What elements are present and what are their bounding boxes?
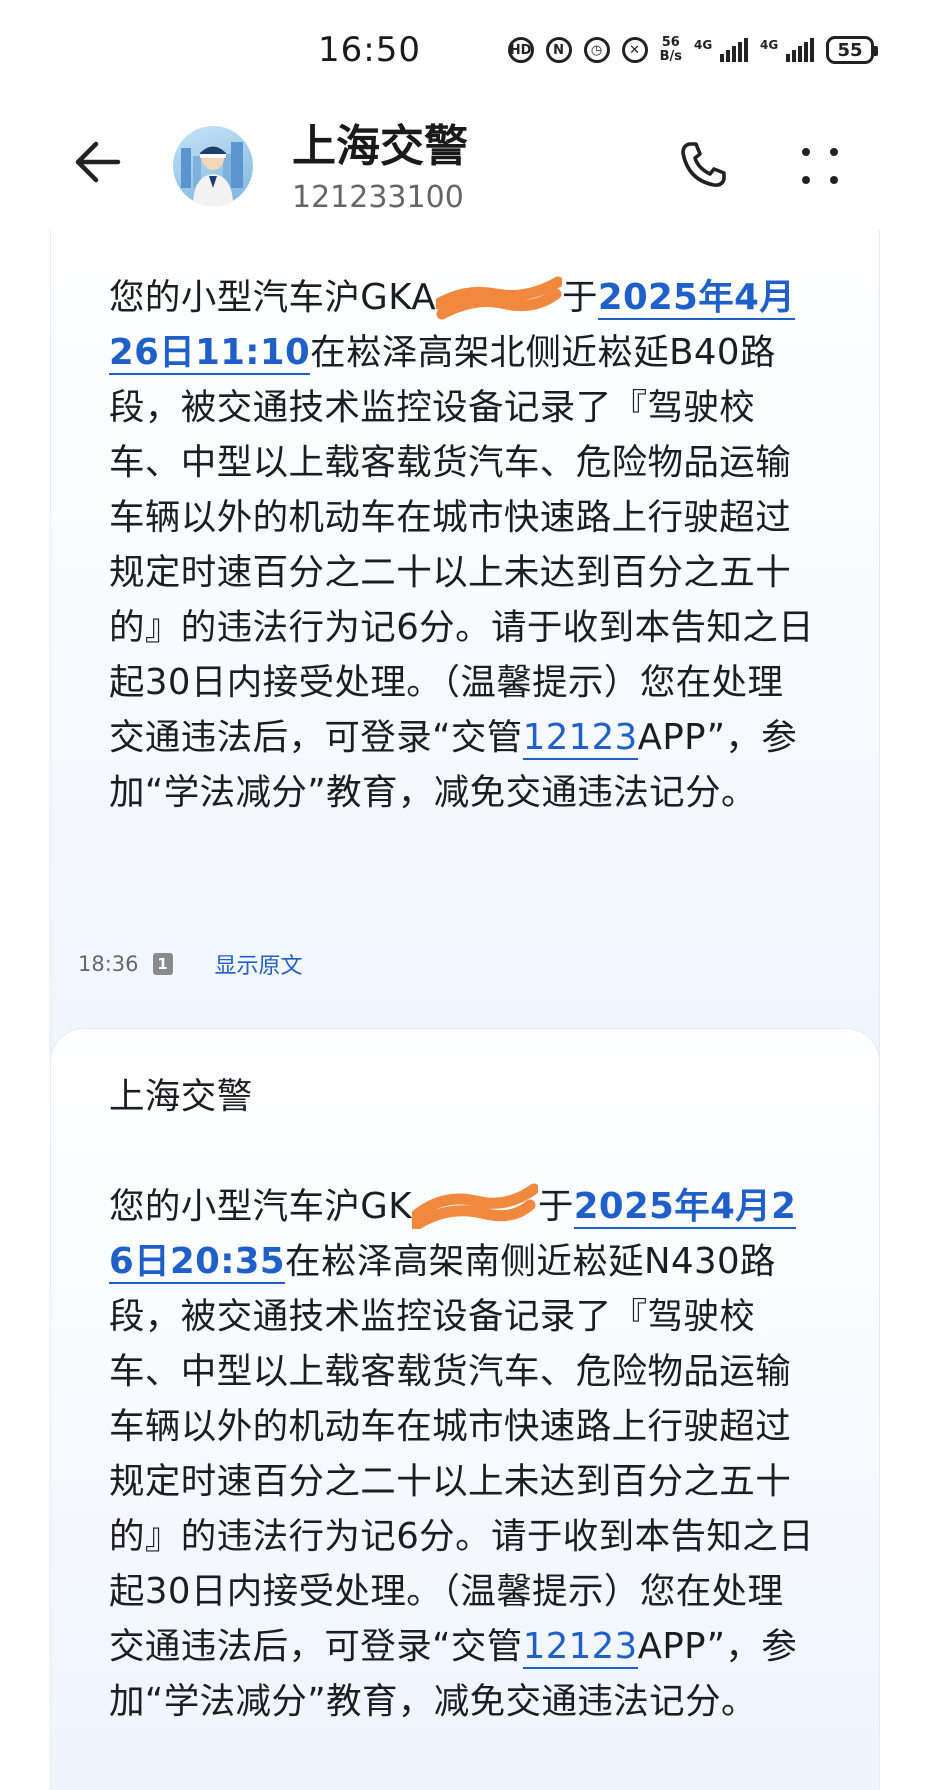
- nfc-icon: N: [545, 37, 572, 63]
- redaction-scribble: [435, 276, 562, 320]
- message-bubble[interactable]: 上海交警 您的小型汽车沪GK 于2025年4月26日20:35在崧泽高架南侧近崧延…: [50, 1028, 880, 1790]
- mute-icon: ✕: [621, 37, 648, 63]
- police-avatar-icon: [181, 142, 243, 206]
- message-text: 您的小型汽车沪GKA: [109, 277, 436, 318]
- sim-number: 1: [157, 955, 168, 973]
- signal-1-label: 4G: [694, 38, 713, 52]
- signal-1-icon: 4G: [694, 38, 748, 62]
- status-bar: 16:50 HD N ◷ ✕ 56 B/s 4G 4G 55: [0, 0, 928, 110]
- sim-card-icon: 1: [152, 953, 173, 975]
- battery-icon: 55: [826, 36, 878, 64]
- app-number-link[interactable]: 12123: [522, 717, 638, 760]
- more-icon: [802, 148, 838, 184]
- call-button[interactable]: [676, 138, 730, 192]
- message-text: 在崧泽高架南侧近崧延N430路段，被交通技术监控设备记录了『驾驶校车、中型以上载…: [109, 1241, 815, 1667]
- message-sender: 上海交警: [109, 1076, 253, 1117]
- alarm-icon: ◷: [583, 37, 610, 63]
- message-text: 您的小型汽车沪GK: [109, 1186, 412, 1227]
- message-time: 18:36: [78, 952, 139, 976]
- net-speed: 56 B/s: [660, 36, 682, 64]
- message-text: 于: [561, 277, 598, 318]
- avatar[interactable]: [173, 126, 253, 206]
- battery-level: 55: [837, 39, 863, 61]
- back-arrow-icon: [75, 141, 121, 183]
- signal-2-icon: 4G: [760, 38, 814, 62]
- more-options-button[interactable]: [796, 142, 846, 192]
- message-text: 于: [537, 1186, 574, 1227]
- contact-number: 121233100: [292, 180, 464, 215]
- back-button[interactable]: [70, 132, 130, 192]
- redaction-scribble: [411, 1183, 538, 1229]
- signal-2-label: 4G: [760, 38, 779, 52]
- contact-name: 上海交警: [292, 121, 468, 172]
- app-number-link[interactable]: 12123: [522, 1626, 638, 1669]
- message-thread[interactable]: 您的小型汽车沪GKA 于2025年4月26日11:10在崧泽高架北侧近崧延B40路…: [0, 230, 928, 1790]
- net-speed-unit: B/s: [659, 49, 682, 64]
- message-meta: 18:36 1 显示原文: [78, 948, 303, 980]
- status-icons: HD N ◷ ✕ 56 B/s 4G 4G 55: [507, 36, 878, 64]
- net-speed-value: 56: [661, 35, 680, 50]
- status-clock: 16:50: [318, 30, 421, 70]
- conversation-header: 上海交警 121233100: [0, 110, 928, 230]
- message-text: 在崧泽高架北侧近崧延B40路段，被交通技术监控设备记录了『驾驶校车、中型以上载客…: [109, 332, 815, 758]
- show-original-link[interactable]: 显示原文: [215, 948, 303, 980]
- hd-icon: HD: [507, 37, 534, 63]
- phone-icon: [681, 142, 726, 187]
